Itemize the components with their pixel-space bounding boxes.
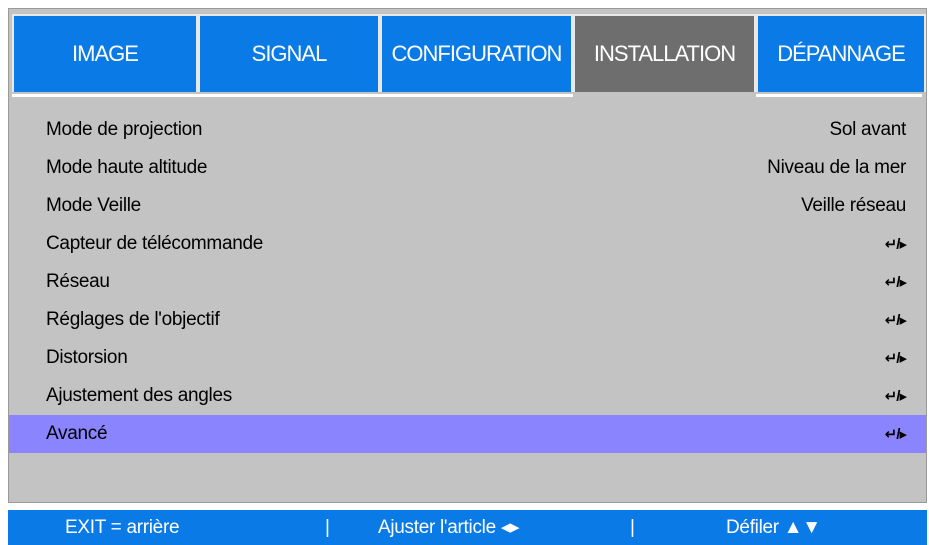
menu-item-label: Mode de projection [46, 119, 203, 140]
status-bar: EXIT = arrière | Ajuster l'article ◂▸ | … [8, 510, 927, 545]
spacer [0, 503, 929, 510]
exit-hint: EXIT = arrière [65, 516, 180, 538]
enter-arrow-icon: ↵/▸ [884, 236, 907, 253]
tab-installation[interactable]: INSTALLATION [573, 14, 756, 92]
menu-item-mode-veille[interactable]: Mode Veille Veille réseau [9, 187, 926, 225]
tab-divider [12, 94, 922, 97]
menu-frame: IMAGE SIGNAL CONFIGURATION INSTALLATION … [8, 8, 927, 503]
tab-strip: IMAGE SIGNAL CONFIGURATION INSTALLATION … [9, 9, 926, 97]
menu-item-mode-de-projection[interactable]: Mode de projection Sol avant [9, 111, 926, 149]
scroll-hint: Défiler ▲▼ [726, 516, 821, 538]
menu-item-label: Mode haute altitude [46, 157, 208, 178]
menu-item-mode-haute-altitude[interactable]: Mode haute altitude Niveau de la mer [9, 149, 926, 187]
menu-item-capteur-de-telecommande[interactable]: Capteur de télécommande ↵/▸ [9, 225, 926, 263]
active-tab-gap [573, 94, 756, 97]
menu-item-reseau[interactable]: Réseau ↵/▸ [9, 263, 926, 301]
enter-arrow-icon: ↵/▸ [884, 274, 907, 291]
tab-signal[interactable]: SIGNAL [198, 14, 380, 92]
menu-item-value: Veille réseau [801, 195, 906, 216]
menu-item-reglages-de-l-objectif[interactable]: Réglages de l'objectif ↵/▸ [9, 301, 926, 339]
menu-item-label: Avancé [46, 423, 108, 444]
menu-list: Mode de projection Sol avant Mode haute … [9, 111, 926, 453]
menu-item-distorsion[interactable]: Distorsion ↵/▸ [9, 339, 926, 377]
menu-item-ajustement-des-angles[interactable]: Ajustement des angles ↵/▸ [9, 377, 926, 415]
enter-arrow-icon: ↵/▸ [884, 312, 907, 329]
status-separator: | [325, 516, 330, 538]
tab-image[interactable]: IMAGE [12, 14, 198, 92]
menu-item-label: Distorsion [46, 347, 128, 368]
tab-depannage[interactable]: DÉPANNAGE [756, 14, 926, 92]
enter-arrow-icon: ↵/▸ [884, 388, 907, 405]
enter-arrow-icon: ↵/▸ [884, 426, 907, 443]
menu-item-label: Réseau [46, 271, 110, 292]
enter-arrow-icon: ↵/▸ [884, 350, 907, 367]
projector-osd: IMAGE SIGNAL CONFIGURATION INSTALLATION … [0, 0, 929, 545]
status-separator: | [630, 516, 635, 538]
adjust-hint: Ajuster l'article ◂▸ [378, 517, 520, 538]
menu-item-label: Ajustement des angles [46, 385, 232, 406]
menu-item-label: Réglages de l'objectif [46, 309, 220, 330]
tab-configuration[interactable]: CONFIGURATION [380, 14, 573, 92]
menu-item-value: Sol avant [829, 119, 906, 140]
menu-item-value: Niveau de la mer [767, 157, 906, 178]
menu-item-label: Capteur de télécommande [46, 233, 264, 254]
menu-item-avance[interactable]: Avancé ↵/▸ [9, 415, 926, 453]
menu-item-label: Mode Veille [46, 195, 141, 216]
